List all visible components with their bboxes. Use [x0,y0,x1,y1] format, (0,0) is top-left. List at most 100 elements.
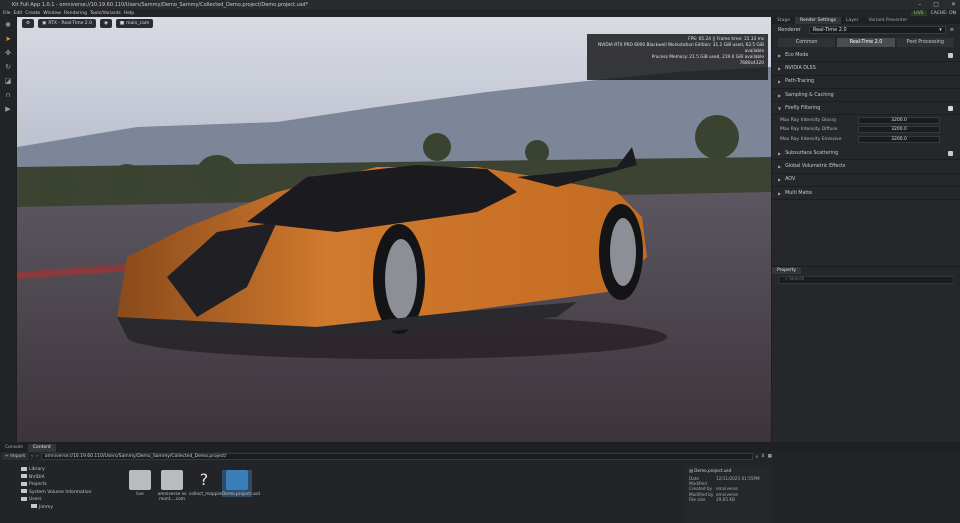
tab-console[interactable]: Console [0,444,28,452]
chevron-right-icon: ▶ [778,65,782,71]
rotate-tool-icon[interactable]: ↻ [3,62,13,72]
folder-tree: Library NVIDIA Projects System Volume In… [0,466,118,523]
section-subsurface[interactable]: ▶ Subsurface Scattering [772,147,960,161]
camera-chip[interactable]: ■ main_cam [115,19,154,28]
gpu-line: NVIDIA RTX PRO 6000 Blackwell Workstatio… [597,43,764,54]
renderer-row: Renderer Real-Time 2.0 ▾ ≡ [772,24,960,36]
path-field[interactable]: omniverse://10.19.60.110/Users/Sammy/Dem… [40,453,753,460]
tree-item-label: System Volume Information [29,489,92,495]
section-volumetric[interactable]: ▶ Global Volumetric Effects [772,160,960,174]
select-tool-icon[interactable]: ➤ [3,34,13,44]
section-multi-matte[interactable]: ▶ Multi Matte [772,187,960,201]
maximize-button[interactable]: □ [933,1,939,8]
grid-item-omniverse[interactable]: omniverse vs mont....com [157,470,187,502]
renderer-select[interactable]: Real-Time 2.0 ▾ [808,26,946,34]
tab-layer[interactable]: Layer [841,17,864,24]
checkbox-checked[interactable] [948,105,953,111]
property-search-input[interactable]: ⌕ Search [778,276,954,284]
tree-item[interactable]: Users [0,496,118,504]
reset-icon[interactable]: · [945,127,946,132]
eye-icon: ◉ [103,21,108,26]
settings-chip[interactable]: ⚙ [22,19,35,28]
forward-icon[interactable]: › [36,454,38,459]
section-label: Firefly Filtering [785,105,821,111]
tab-content[interactable]: Content [27,444,56,452]
folder-icon [31,504,37,509]
checkbox[interactable] [948,52,953,58]
subtab-post-processing[interactable]: Post Processing [896,38,954,47]
reset-icon[interactable]: · [945,137,946,142]
section-label: AOV [785,177,796,183]
cache-status[interactable]: CACHE: ON [931,11,956,16]
section-eco-mode[interactable]: ▶ Eco Mode [772,49,960,63]
info-value: 12/11/2025 01:55PM [716,476,760,481]
viewport-stats: FPS: 65.24 || Frame time: 15.33 ms NVIDI… [587,34,768,80]
search-icon[interactable]: ⌕ [756,454,759,460]
tab-variant-presenter[interactable]: Variant Presenter [863,17,912,24]
tree-item[interactable]: NVIDIA [0,474,118,482]
folder-icon [21,481,27,486]
section-sampling[interactable]: ▶ Sampling & Caching [772,89,960,103]
back-icon[interactable]: ‹ [31,454,33,459]
grid-view-icon[interactable]: ▦ [768,454,772,459]
tab-property[interactable]: Property [772,267,802,274]
menu-help[interactable]: Help [124,11,134,16]
renderer-chip[interactable]: ▣ RTX - Real-Time 2.0 [38,19,96,28]
move-tool-icon[interactable]: ✥ [3,48,13,58]
live-badge[interactable]: LIVE [910,10,927,16]
diffuse-label: Max Ray Intensity Diffuse [780,127,838,133]
menu-icon[interactable]: ≡ [950,27,954,33]
filter-icon[interactable]: ⊻ [761,454,764,459]
file-info-name: Demo.project.usd [694,468,732,473]
tree-item[interactable]: Jimmy [0,504,118,512]
snap-tool-icon[interactable]: ∩ [3,90,13,100]
import-button[interactable]: + Import [2,453,29,460]
glossy-field[interactable]: 3200.0 [858,116,940,124]
renderer-select-value: Real-Time 2.0 [812,27,847,33]
eye-chip[interactable]: ◉ [99,19,112,28]
menu-edit[interactable]: Edit [14,11,23,16]
section-aov[interactable]: ▶ AOV [772,174,960,187]
viewport[interactable]: ⚙ ▣ RTX - Real-Time 2.0 ◉ ■ main_cam FPS: … [17,17,771,442]
menu-rendering[interactable]: Rendering [64,11,87,16]
subtab-common[interactable]: Common [778,38,836,47]
tree-item[interactable]: System Volume Information [0,489,118,497]
section-path-tracing[interactable]: ▶ Path-Tracing [772,76,960,89]
renderer-label: Renderer [778,27,801,33]
grid-item-demo-usd[interactable]: Demo.project.usd [222,470,260,497]
checkbox[interactable] [948,150,953,156]
grid-item-label: omniverse vs mont....com [157,492,187,502]
diffuse-field[interactable]: 3200.0 [858,126,940,134]
minimize-button[interactable]: – [918,1,921,8]
grid-item-collect-mapping[interactable]: ? collect_mapping.json [189,470,234,497]
menu-file[interactable]: File [3,11,11,16]
close-button[interactable]: ✕ [951,1,956,8]
gear-icon: ⚙ [26,21,31,26]
subtab-real-time[interactable]: Real-Time 2.0 [837,38,895,47]
emissive-field[interactable]: 3200.0 [858,135,940,143]
tree-item[interactable]: Projects [0,481,118,489]
tab-render-settings[interactable]: Render Settings [795,17,841,24]
scale-tool-icon[interactable]: ◪ [3,76,13,86]
section-label: Eco Mode [785,52,809,58]
tree-item-label: Library [29,467,45,472]
diffuse-row: Max Ray Intensity Diffuse 3200.0 · [772,125,960,135]
menu-window[interactable]: Window [43,11,61,16]
section-dlss[interactable]: ▶ NVIDIA DLSS [772,62,960,76]
tab-stage[interactable]: Stage [772,17,795,24]
status-area: LIVE CACHE: ON [910,9,956,17]
section-label: Subsurface Scattering [785,150,839,156]
reset-icon[interactable]: · [945,118,946,123]
file-info-header: ▤ Demo.project.usd [689,466,772,476]
section-firefly[interactable]: ▼ Firefly Filtering [772,102,960,116]
usd-file-icon [226,470,248,490]
section-label: Multi Matte [785,190,813,196]
play-icon[interactable]: ▶ [3,104,13,114]
menu-tools-variants[interactable]: Tools/Variants [90,11,121,16]
menu-create[interactable]: Create [25,11,40,16]
folder-icon [21,474,27,479]
grid-item-live[interactable]: live [125,470,155,497]
tree-item-label: Projects [29,482,47,488]
render-subtabs: Common Real-Time 2.0 Post Processing [778,38,954,47]
tree-item[interactable]: Library [0,466,118,474]
